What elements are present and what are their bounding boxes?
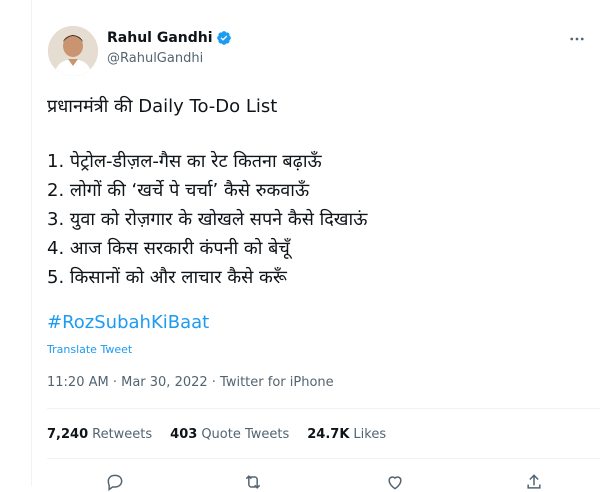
list-item: 3. युवा को रोज़गार के खोखले सपने कैसे दि… [47,209,368,230]
tweet-actions [47,472,600,491]
tweet-stats: 7,240 Retweets 403 Quote Tweets 24.7K Likes [47,427,404,442]
divider [47,458,600,459]
quotes-label: Quote Tweets [201,427,290,442]
author-name[interactable]: Rahul Gandhi [107,30,213,46]
retweets-count: 7,240 [47,427,89,442]
quotes-stat[interactable]: 403 Quote Tweets [170,427,289,442]
tweet-header: Rahul Gandhi @RahulGandhi [48,24,600,76]
retweet-icon[interactable] [243,472,263,492]
like-icon[interactable] [385,472,405,492]
list-item: 2. लोगों की ‘खर्चे पे चर्चा’ कैसे रुकवाऊ… [47,180,310,201]
tweet-title-line: प्रधानमंत्री की Daily To-Do List [47,96,278,117]
retweets-label: Retweets [92,427,153,442]
verified-badge-icon [216,31,231,45]
tweet-timestamp[interactable]: 11:20 AM · Mar 30, 2022 · Twitter for iP… [47,375,334,390]
tweet-text: प्रधानमंत्री की Daily To-Do List 1. पेट्… [47,92,587,292]
avatar[interactable] [48,26,98,76]
likes-label: Likes [353,427,387,442]
author-handle[interactable]: @RahulGandhi [107,51,203,66]
more-icon[interactable] [568,30,586,53]
list-item: 5. किसानों को और लाचार कैसे करूँ [47,267,287,288]
quotes-count: 403 [170,427,198,442]
list-item: 1. पेट्रोल-डीज़ल-गैस का रेट कितना बढ़ाऊँ [47,151,322,172]
divider [47,408,600,409]
list-item: 4. आज किस सरकारी कंपनी को बेचूँ [47,238,290,259]
likes-count: 24.7K [307,427,350,442]
likes-stat[interactable]: 24.7K Likes [307,427,386,442]
retweets-stat[interactable]: 7,240 Retweets [47,427,152,442]
hashtag-link[interactable]: #RozSubahKiBaat [47,312,209,333]
share-icon[interactable] [524,472,544,492]
author-name-row[interactable]: Rahul Gandhi [107,30,232,46]
translate-tweet-link[interactable]: Translate Tweet [47,343,132,356]
reply-icon[interactable] [105,472,125,492]
